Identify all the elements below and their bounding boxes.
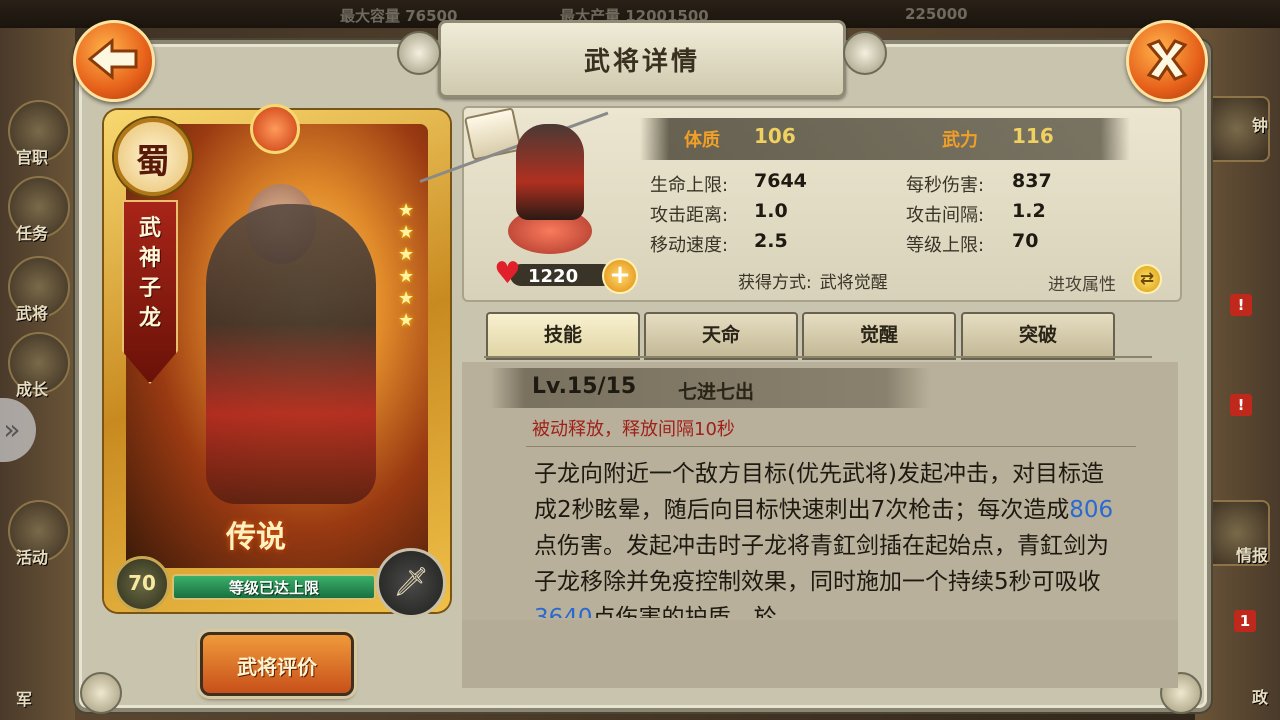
add-stamina-button[interactable]: + <box>602 258 638 294</box>
stat-key-strength: 武力 <box>942 130 978 151</box>
bg-menu-growth-label: 成长 <box>16 380 49 399</box>
level-circle: 70 <box>114 556 170 612</box>
hero-avatar <box>516 124 584 220</box>
hero-name-char: 武 <box>138 216 161 241</box>
title-plate: 武将详情 <box>397 20 887 98</box>
star-icon: ★ <box>398 310 415 331</box>
stat-key-attack-interval: 攻击间隔: <box>906 205 985 226</box>
panel-corner-ornament <box>80 672 122 714</box>
bg-right-bell-label: 钟 <box>1251 116 1268 135</box>
stat-value-level-cap: 70 <box>1012 230 1039 252</box>
rarity-label: 传说 <box>226 520 286 555</box>
tab-destiny[interactable]: 天命 <box>644 312 798 360</box>
hero-name-banner: 武 神 子 龙 <box>122 200 178 384</box>
stat-value-dps: 837 <box>1012 170 1052 192</box>
skill-desc-text: 点伤害的护盾，於 <box>592 605 777 618</box>
bg-right-politics-label: 政 <box>1251 688 1268 707</box>
title-ornament-right <box>843 31 887 75</box>
skill-trigger: 被动释放，释放间隔10秒 <box>532 419 735 440</box>
bg-menu-official-label: 官职 <box>16 148 49 167</box>
close-x-icon <box>1146 39 1188 81</box>
bg-menu-task-label: 任务 <box>16 224 49 243</box>
tab-divider <box>484 356 1152 358</box>
bg-alert-badge: ! <box>1230 294 1252 316</box>
stat-key-attack-range: 攻击距离: <box>650 205 729 226</box>
faction-text: 蜀 <box>136 142 170 182</box>
hero-name-char: 龙 <box>138 306 161 331</box>
skill-desc-text: 子龙向附近一个敌方目标(优先武将)发起冲击，对目标造成2秒眩晕，随后向目标快速刺… <box>534 461 1104 523</box>
back-button[interactable] <box>73 20 155 102</box>
rank-gem-icon <box>250 104 300 154</box>
bg-alert-badge: ! <box>1230 394 1252 416</box>
sword-icon: 🗡 <box>393 565 429 598</box>
back-arrow-icon <box>87 37 138 81</box>
skill-level: Lv.15/15 <box>532 374 637 399</box>
evaluate-general-label: 武将评价 <box>237 655 317 679</box>
close-button[interactable] <box>1126 20 1208 102</box>
faction-badge: 蜀 <box>114 118 192 196</box>
stat-value-attack-range: 1.0 <box>754 200 788 222</box>
skill-name: 七进七出 <box>678 381 755 403</box>
stat-value-max-hp: 7644 <box>754 170 807 192</box>
star-icon: ★ <box>398 266 415 287</box>
star-icon: ★ <box>398 222 415 243</box>
star-icon: ★ <box>398 288 415 309</box>
stat-value-constitution: 106 <box>754 124 796 148</box>
obtain-method: 获得方式: 武将觉醒 <box>738 268 888 293</box>
bg-menu-general-label: 武将 <box>16 304 49 323</box>
skill-description-scroll[interactable]: 子龙向附近一个敌方目标(优先武将)发起冲击，对目标造成2秒眩晕，随后向目标快速刺… <box>534 456 1124 618</box>
level-bar: 等级已达上限 <box>172 574 376 600</box>
stamina-value: 1220 <box>528 266 579 287</box>
skill-divider <box>526 446 1136 447</box>
stat-value-strength: 116 <box>1012 124 1054 148</box>
skill-desc-number: 3640 <box>534 605 593 618</box>
evaluate-general-button[interactable]: 武将评价 <box>200 632 354 696</box>
hero-portrait-figure <box>206 204 376 504</box>
hero-level: 70 <box>128 571 156 595</box>
stat-key-move-speed: 移动速度: <box>650 235 729 256</box>
skill-desc-number: 806 <box>1069 497 1114 523</box>
skill-desc-text: 点伤害。发起冲击时子龙将青釭剑插在起始点，青釭剑为子龙移除并免疫控制效果，同时施… <box>534 533 1109 595</box>
bg-stat-resource: 225000 <box>905 5 968 23</box>
skill-description: 子龙向附近一个敌方目标(优先武将)发起冲击，对目标造成2秒眩晕，随后向目标快速刺… <box>534 456 1124 618</box>
weapon-slot[interactable]: 🗡 <box>376 548 446 618</box>
tab-breakthrough[interactable]: 突破 <box>961 312 1115 360</box>
star-icon: ★ <box>398 244 415 265</box>
obtain-method-value: 武将觉醒 <box>819 273 888 293</box>
stat-value-attack-interval: 1.2 <box>1012 200 1046 222</box>
hero-name-char: 子 <box>138 276 161 301</box>
heart-icon: ♥ <box>494 256 521 291</box>
title-ornament-left <box>397 31 441 75</box>
page-title: 武将详情 <box>583 47 700 77</box>
attack-attributes-toggle[interactable]: 进攻属性 <box>1048 270 1116 295</box>
obtain-method-label: 获得方式: <box>738 273 812 293</box>
star-rating: ★ ★ ★ ★ ★ ★ <box>398 200 422 332</box>
stat-key-max-hp: 生命上限: <box>650 175 729 196</box>
hero-name-char: 神 <box>138 246 161 271</box>
level-status: 等级已达上限 <box>228 579 319 597</box>
bg-count-badge: 1 <box>1234 610 1256 632</box>
stat-key-level-cap: 等级上限: <box>906 235 985 256</box>
bg-menu-event-label: 活动 <box>16 548 49 567</box>
tab-awaken[interactable]: 觉醒 <box>802 312 956 360</box>
stat-key-dps: 每秒伤害: <box>906 175 985 196</box>
stat-value-move-speed: 2.5 <box>754 230 788 252</box>
bg-menu-army-label: 军 <box>16 690 33 709</box>
tab-skills[interactable]: 技能 <box>486 312 640 360</box>
swap-icon[interactable]: ⇄ <box>1132 264 1162 294</box>
stat-key-constitution: 体质 <box>684 130 720 151</box>
skill-content-footer <box>462 620 1178 688</box>
bg-right-intel-label: 情报 <box>1235 546 1268 565</box>
star-icon: ★ <box>398 200 415 221</box>
